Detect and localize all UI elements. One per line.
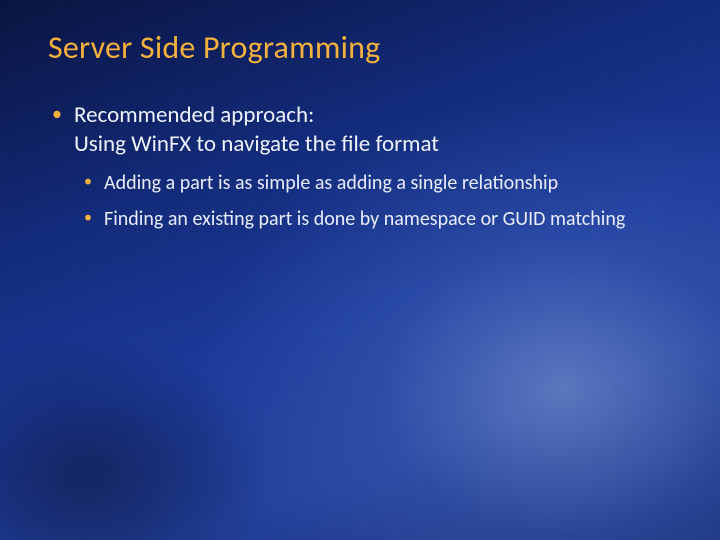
slide: Server Side Programming Recommended appr… (0, 0, 720, 540)
bullet-text-line2: Using WinFX to navigate the file format (74, 130, 672, 159)
bullet-item: Recommended approach: Using WinFX to nav… (70, 101, 672, 233)
slide-title: Server Side Programming (48, 28, 672, 67)
bullet-list-level1: Recommended approach: Using WinFX to nav… (48, 101, 672, 233)
sub-bullet-item: Adding a part is as simple as adding a s… (102, 170, 632, 196)
bullet-text-line1: Recommended approach: (74, 101, 672, 130)
bullet-list-level2: Adding a part is as simple as adding a s… (74, 170, 672, 233)
sub-bullet-item: Finding an existing part is done by name… (102, 206, 632, 232)
